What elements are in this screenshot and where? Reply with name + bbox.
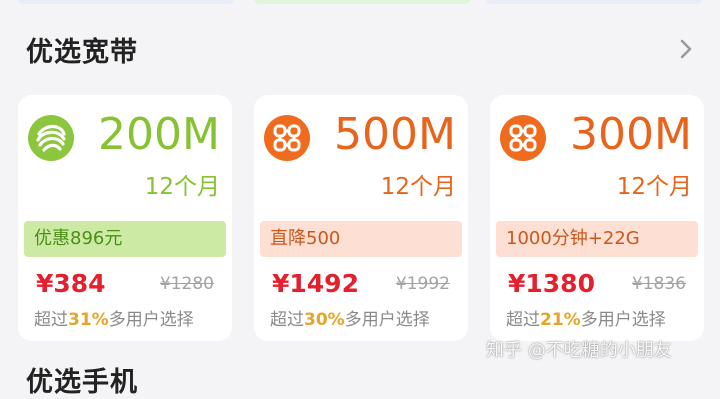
user-choice-suffix: 多用户选择 (344, 310, 430, 330)
user-choice-percent: 21% (540, 310, 581, 330)
user-choice-stat: 超过31%多用户选择 (34, 309, 194, 331)
china-mobile-logo-icon (28, 115, 74, 161)
plan-duration: 12个月 (616, 174, 692, 200)
plan-price: ¥1492 (272, 269, 359, 298)
plan-speed: 300M (570, 109, 692, 160)
previous-card-edge (486, 0, 702, 4)
promo-tag: 优惠896元 (24, 221, 226, 257)
user-choice-suffix: 多用户选择 (108, 310, 194, 330)
plan-price: ¥1380 (508, 269, 595, 298)
previous-card-edge (254, 0, 470, 4)
promo-tag: 直降500 (260, 221, 462, 257)
user-choice-suffix: 多用户选择 (580, 310, 666, 330)
china-unicom-logo-icon (264, 115, 310, 161)
original-price: ¥1992 (395, 274, 450, 294)
promo-tag: 1000分钟+22G (496, 221, 698, 257)
user-choice-stat: 超过30%多用户选择 (270, 309, 430, 331)
broadband-plan-card[interactable]: 300M 12个月 1000分钟+22G ¥1380 ¥1836 超过21%多用… (490, 95, 704, 341)
user-choice-percent: 31% (68, 310, 109, 330)
original-price: ¥1836 (631, 274, 686, 294)
watermark: 知乎 @不吃糖的小朋友 (486, 340, 672, 361)
original-price: ¥1280 (159, 274, 214, 294)
plan-speed: 500M (334, 109, 456, 160)
chevron-right-icon[interactable] (676, 38, 696, 60)
broadband-plan-card[interactable]: 500M 12个月 直降500 ¥1492 ¥1992 超过30%多用户选择 (254, 95, 468, 341)
broadband-plan-card[interactable]: 200M 12个月 优惠896元 ¥384 ¥1280 超过31%多用户选择 (18, 95, 232, 341)
china-unicom-logo-icon (500, 115, 546, 161)
next-section-title: 优选手机 (26, 367, 138, 398)
user-choice-percent: 30% (304, 310, 345, 330)
user-choice-stat: 超过21%多用户选择 (506, 309, 666, 331)
section-title: 优选宽带 (26, 37, 138, 68)
plan-speed: 200M (98, 109, 220, 160)
user-choice-prefix: 超过 (34, 310, 68, 330)
plan-price: ¥384 (36, 269, 106, 298)
user-choice-prefix: 超过 (506, 310, 540, 330)
plan-duration: 12个月 (144, 174, 220, 200)
plan-duration: 12个月 (380, 174, 456, 200)
previous-card-edge (18, 0, 234, 4)
user-choice-prefix: 超过 (270, 310, 304, 330)
